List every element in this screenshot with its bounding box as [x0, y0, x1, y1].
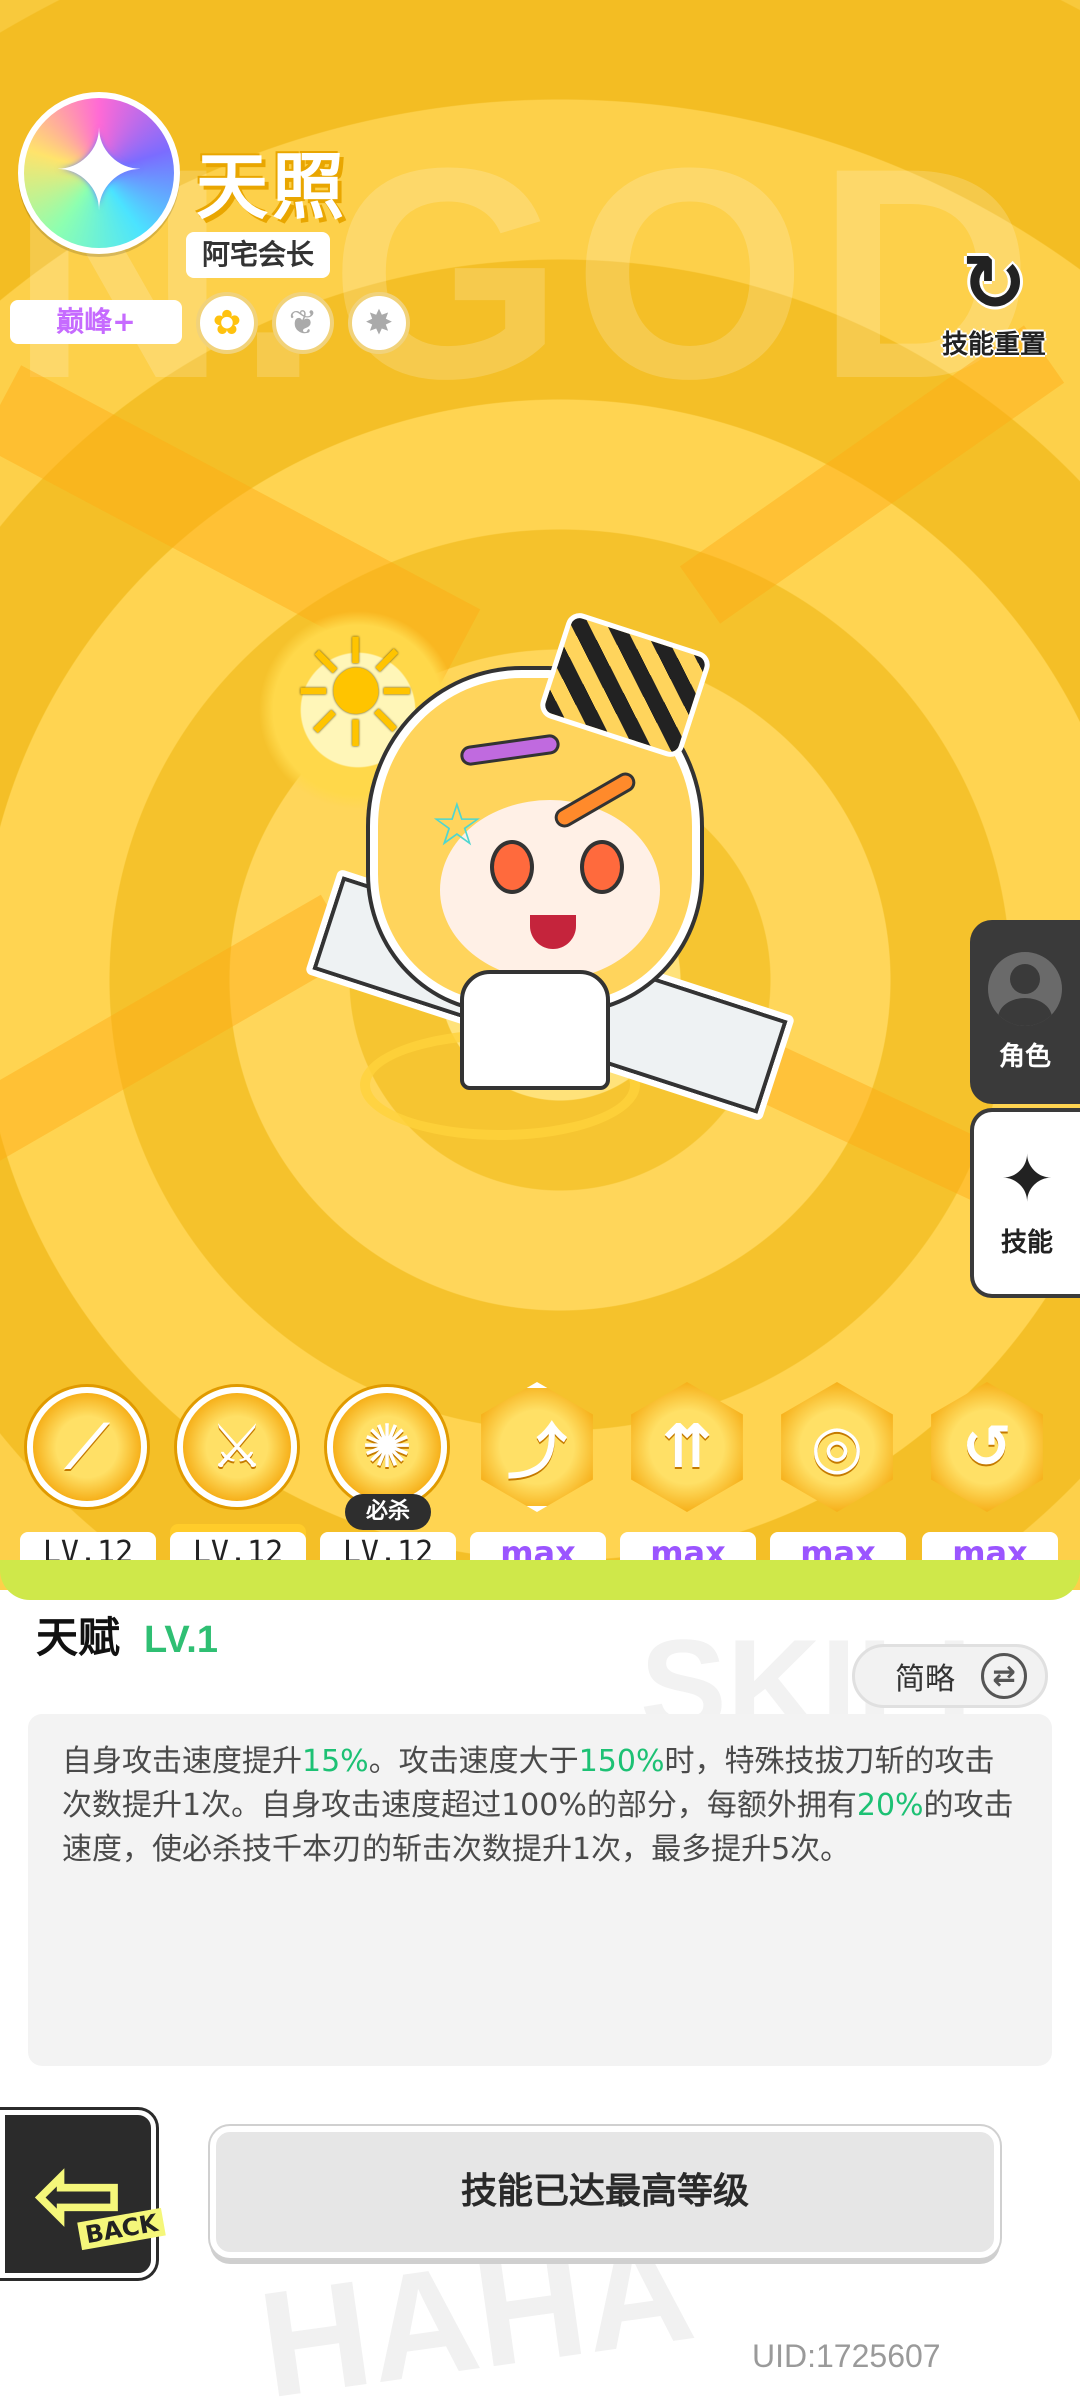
feather-icon[interactable]: ❦ [272, 292, 334, 354]
character-portrait: ☆ [250, 590, 810, 1170]
skill-reset-label: 技能重置 [941, 330, 1046, 360]
slime-divider [0, 1560, 1080, 1600]
star-emblem-icon: ✦ [18, 92, 180, 254]
back-button[interactable]: ⇦ BACK [0, 2110, 166, 2278]
description-text: 。攻击速度大于 [368, 1744, 579, 1779]
description-text: 自身攻击速度提升 [62, 1744, 302, 1779]
swap-icon: ⇄ [981, 1653, 1027, 1699]
fan-icon: ⟋ [27, 1387, 147, 1507]
swirl-icon: ↺ [931, 1382, 1043, 1512]
description-highlight: 150% [578, 1744, 665, 1779]
ultimate-tag: 必杀 [345, 1494, 431, 1530]
skill-slot-7[interactable]: ↺ [922, 1382, 1052, 1512]
tab-character-label: 角色 [998, 1041, 1051, 1072]
talent-header: 天赋 LV.1 [36, 1604, 218, 1665]
skill-list: ⟋ ⚔ ✺ ⤴ ⇈ ◎ ↺ 必杀 LV.12 LV.12 LV.12 max m… [0, 1370, 1080, 1580]
character-stage: N.GOD ✦ 天照 阿宅会长 巅峰+ ✿ ❦ ✸ ↻ 技能重置 ☆ 角色 ✦ … [0, 0, 1080, 1590]
arrows-up-icon: ⇈ [631, 1382, 743, 1512]
talent-title: 天赋 [36, 1613, 121, 1662]
refresh-icon: ↻ [961, 239, 1027, 329]
brief-toggle-button[interactable]: 简略 ⇄ [852, 1644, 1048, 1708]
vortex-icon: ◎ [781, 1382, 893, 1512]
character-title: 阿宅会长 [186, 232, 331, 278]
description-highlight: 15% [302, 1744, 369, 1779]
talent-level: LV.1 [144, 1619, 218, 1661]
description-highlight: 20% [856, 1788, 924, 1823]
tab-skill-label: 技能 [1000, 1227, 1053, 1258]
tab-skill[interactable]: ✦ 技能 [970, 1108, 1080, 1298]
slash-icon: ✺ [327, 1387, 447, 1507]
skill-reset-button[interactable]: ↻ 技能重置 [924, 239, 1064, 360]
skill-slot-3[interactable]: ✺ [322, 1382, 452, 1512]
claw-icon[interactable]: ✸ [348, 292, 410, 354]
rank-badge: 巅峰+ [10, 300, 182, 344]
star-hairpin-icon: ☆ [430, 790, 484, 860]
skill-slot-6[interactable]: ◎ [772, 1382, 902, 1512]
talent-description: 自身攻击速度提升15%。攻击速度大于150%时，特殊技拔刀斩的攻击次数提升1次。… [28, 1714, 1052, 2066]
skill-slot-2[interactable]: ⚔ [172, 1382, 302, 1512]
character-body [460, 970, 610, 1090]
flower-icon[interactable]: ✿ [196, 292, 258, 354]
max-level-button[interactable]: 技能已达最高等级 [210, 2126, 1000, 2258]
skill-slot-5[interactable]: ⇈ [622, 1382, 752, 1512]
tab-character[interactable]: 角色 [970, 920, 1080, 1104]
side-tabs: 角色 ✦ 技能 [970, 920, 1080, 1298]
skill-slot-1[interactable]: ⟋ [22, 1382, 152, 1512]
blade-icon: ⚔ [177, 1387, 297, 1507]
user-id: UID:1725607 [752, 2338, 941, 2374]
character-eye [490, 840, 534, 894]
character-eye [580, 840, 624, 894]
brief-toggle-label: 简略 [895, 1662, 955, 1697]
character-name: 天照 [196, 145, 349, 229]
character-avatar-icon [988, 951, 1062, 1026]
skill-slot-4[interactable]: ⤴ [472, 1382, 602, 1512]
sparkle-icon: ✦ [1000, 1142, 1054, 1217]
talent-icon: ⤴ [481, 1382, 593, 1512]
